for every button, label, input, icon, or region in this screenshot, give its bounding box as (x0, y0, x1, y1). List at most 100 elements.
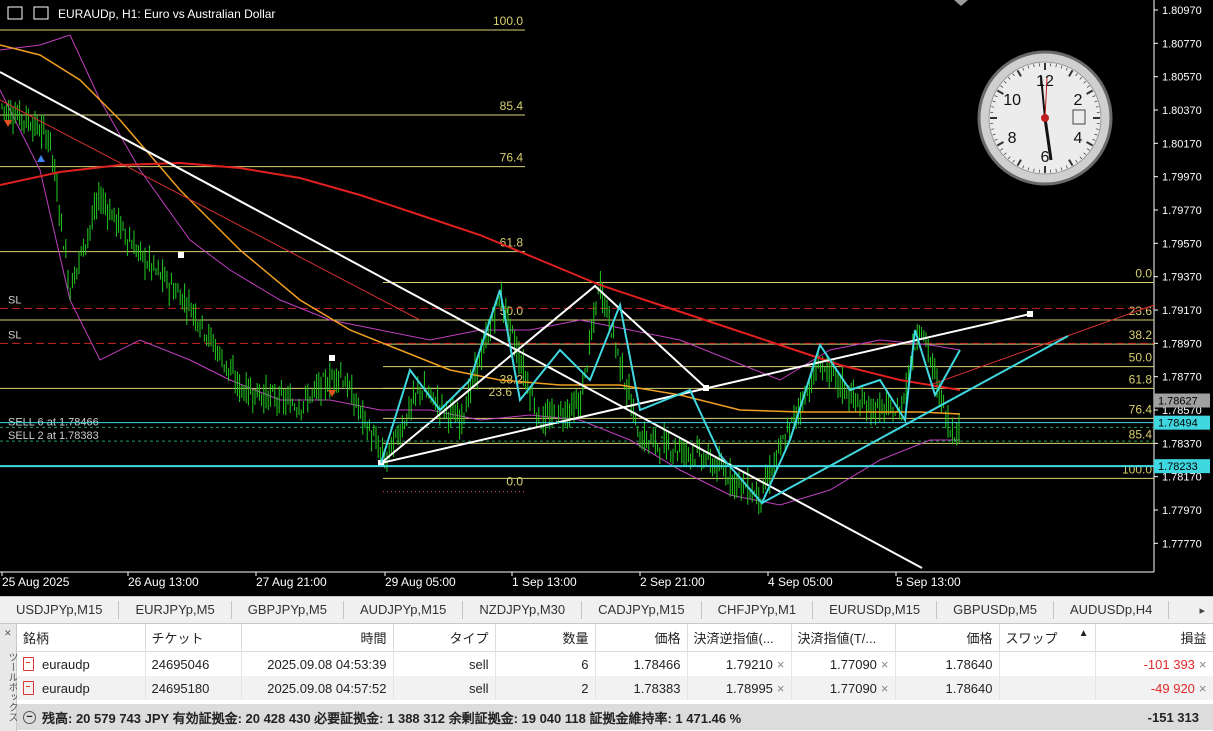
col-price[interactable]: 価格 (595, 624, 688, 652)
col-sl[interactable]: 決済逆指値(... (687, 624, 792, 652)
time-tick-label: 5 Sep 13:00 (896, 575, 961, 589)
close-position-icon[interactable]: × (1199, 657, 1207, 672)
tab-eurjpyp-m5[interactable]: EURJPYp,M5 (119, 601, 232, 619)
row-ticket: 24695180 (145, 676, 242, 700)
chart-window-icon[interactable] (7, 6, 23, 20)
table-row[interactable]: euraudp 24695046 2025.09.08 04:53:39 sel… (17, 651, 1213, 676)
time-tick-label: 2 Sep 21:00 (640, 575, 705, 589)
remove-sl-icon[interactable]: × (777, 657, 785, 672)
chart-tabs: USDJPYp,M15 EURJPYp,M5 GBPJPYp,M5 AUDJPYp,M… (0, 596, 1213, 624)
total-profit: -151 313 (1147, 709, 1199, 725)
clock-numeral: 4 (1073, 130, 1082, 147)
tab-nzdjpyp-m30[interactable]: NZDJPYp,M30 (463, 601, 583, 619)
position-doc-icon (23, 656, 34, 671)
clock-numeral: 8 (1008, 130, 1017, 147)
row-swap (999, 651, 1096, 676)
price-tick-label: 1.80970 (1162, 5, 1202, 17)
col-volume[interactable]: 数量 (495, 624, 596, 652)
fib-left-label: 100.0 (493, 14, 523, 28)
row-profit[interactable]: -101 393 × (1095, 651, 1213, 676)
time-tick-label: 25 Aug 2025 (2, 575, 70, 589)
clock-center (1041, 114, 1049, 122)
sl-value: 1.79210 (725, 656, 773, 672)
row-tp[interactable]: 1.77090 × (791, 651, 896, 676)
trendline-handle[interactable] (1027, 311, 1033, 317)
remove-tp-icon[interactable]: × (881, 657, 889, 672)
close-position-icon[interactable]: × (1199, 681, 1207, 696)
fib-left-label: 76.4 (500, 151, 524, 165)
price-tick-label: 1.80770 (1162, 38, 1202, 50)
col-tp[interactable]: 決済指値(T/... (791, 624, 896, 652)
price-chart[interactable]: 1.80970 1.80770 1.80570 1.80370 1.80170 1.799… (0, 0, 1213, 596)
row-sl[interactable]: 1.78995 × (687, 676, 792, 700)
time-tick-label: 1 Sep 13:00 (512, 575, 577, 589)
chart-bars-icon[interactable] (33, 6, 49, 20)
white-zigzag[interactable] (380, 284, 707, 464)
row-current: 1.78640 (895, 651, 1000, 676)
price-tick-label: 1.79370 (1162, 272, 1202, 284)
bollinger-lower (0, 89, 960, 506)
trendline-handle[interactable] (178, 252, 184, 258)
remove-sl-icon[interactable]: × (777, 681, 785, 696)
col-type[interactable]: タイプ (393, 624, 496, 652)
col-symbol[interactable]: 銘柄 (17, 624, 146, 652)
tab-gbpjpyp-m5[interactable]: GBPJPYp,M5 (232, 601, 344, 619)
price-tick-label: 1.79770 (1162, 205, 1202, 217)
arrow-marker (328, 390, 336, 397)
orders-table: 銘柄 チケット 時間 タイプ 数量 価格 決済逆指値(... 決済指値(T/..… (17, 624, 1213, 700)
remove-tp-icon[interactable]: × (881, 681, 889, 696)
fib-right-label: 100.0 (1122, 462, 1152, 476)
col-profit[interactable]: 損益 (1095, 624, 1213, 652)
chart-title: EURAUDp, H1: Euro vs Australian Dollar (58, 7, 275, 21)
row-time: 2025.09.08 04:57:52 (241, 676, 394, 700)
price-box-label: 1.78627 (1158, 396, 1198, 408)
row-price: 1.78383 (595, 676, 688, 700)
row-symbol: euraudp (17, 651, 146, 676)
col-swap[interactable]: スワップ ▲ (999, 624, 1096, 652)
account-summary-text: 残高: 20 579 743 JPY 有効証拠金: 20 428 430 必要証… (42, 710, 742, 726)
row-profit[interactable]: -49 920 × (1095, 676, 1213, 700)
row-current: 1.78640 (895, 676, 1000, 700)
time-tick-label: 26 Aug 13:00 (128, 575, 199, 589)
row-sl[interactable]: 1.79210 × (687, 651, 792, 676)
toolbox-side-strip[interactable]: ✕ ツールボックス (0, 624, 17, 731)
row-tp[interactable]: 1.77090 × (791, 676, 896, 700)
fib-right-label: 76.4 (1129, 402, 1153, 416)
fib-left-label: 0.0 (506, 475, 523, 489)
fib-right-label: 23.6 (1129, 304, 1153, 318)
symbol-text: euraudp (42, 656, 90, 672)
tab-gbpusdp-m5[interactable]: GBPUSDp,M5 (937, 601, 1054, 619)
time-tick-label: 4 Sep 05:00 (768, 575, 833, 589)
fib-right-label: 61.8 (1129, 372, 1153, 386)
price-tick-label: 1.80170 (1162, 138, 1202, 150)
tab-cadjpyp-m15[interactable]: CADJPYp,M15 (582, 601, 702, 619)
tab-audjpyp-m15[interactable]: AUDJPYp,M15 (344, 601, 464, 619)
order-label: SELL 2 at 1.78383 (8, 430, 99, 442)
col-time[interactable]: 時間 (241, 624, 394, 652)
toolbox-close-icon[interactable]: ✕ (4, 628, 12, 639)
chart-canvas[interactable]: 1.80970 1.80770 1.80570 1.80370 1.80170 1.799… (0, 0, 1213, 596)
sl-value: 1.78995 (725, 680, 773, 696)
trendline-handle[interactable] (329, 355, 335, 361)
clock-numeral: 6 (1041, 149, 1050, 166)
col-ticket[interactable]: チケット (145, 624, 242, 652)
row-ticket: 24695046 (145, 651, 242, 676)
tab-audusdp-h4[interactable]: AUDUSDp,H4 (1054, 601, 1170, 619)
col-current-price[interactable]: 価格 (895, 624, 1000, 652)
clock-numeral: 2 (1073, 92, 1082, 109)
collapse-minus-icon[interactable]: − (23, 710, 36, 724)
price-tick-label: 1.79170 (1162, 305, 1202, 317)
table-row[interactable]: euraudp 24695180 2025.09.08 04:57:52 sel… (17, 676, 1213, 700)
tab-eurusdp-m15[interactable]: EURUSDp,M15 (813, 601, 938, 619)
clock-numeral: 10 (1003, 92, 1021, 109)
tab-chfjpyp-m1[interactable]: CHFJPYp,M1 (702, 601, 814, 619)
row-time: 2025.09.08 04:53:39 (241, 651, 394, 676)
tab-scroll-right-icon[interactable]: ▸ (1191, 604, 1213, 617)
price-tick-label: 1.77770 (1162, 538, 1202, 550)
trend-red-thin-2 (929, 304, 1155, 386)
sl-label: SL (8, 294, 21, 306)
row-volume: 6 (495, 651, 596, 676)
tab-usdjpyp-m15[interactable]: USDJPYp,M15 (0, 601, 120, 619)
price-tick-label: 1.77970 (1162, 505, 1202, 517)
col-swap-label: スワップ (1005, 631, 1058, 646)
